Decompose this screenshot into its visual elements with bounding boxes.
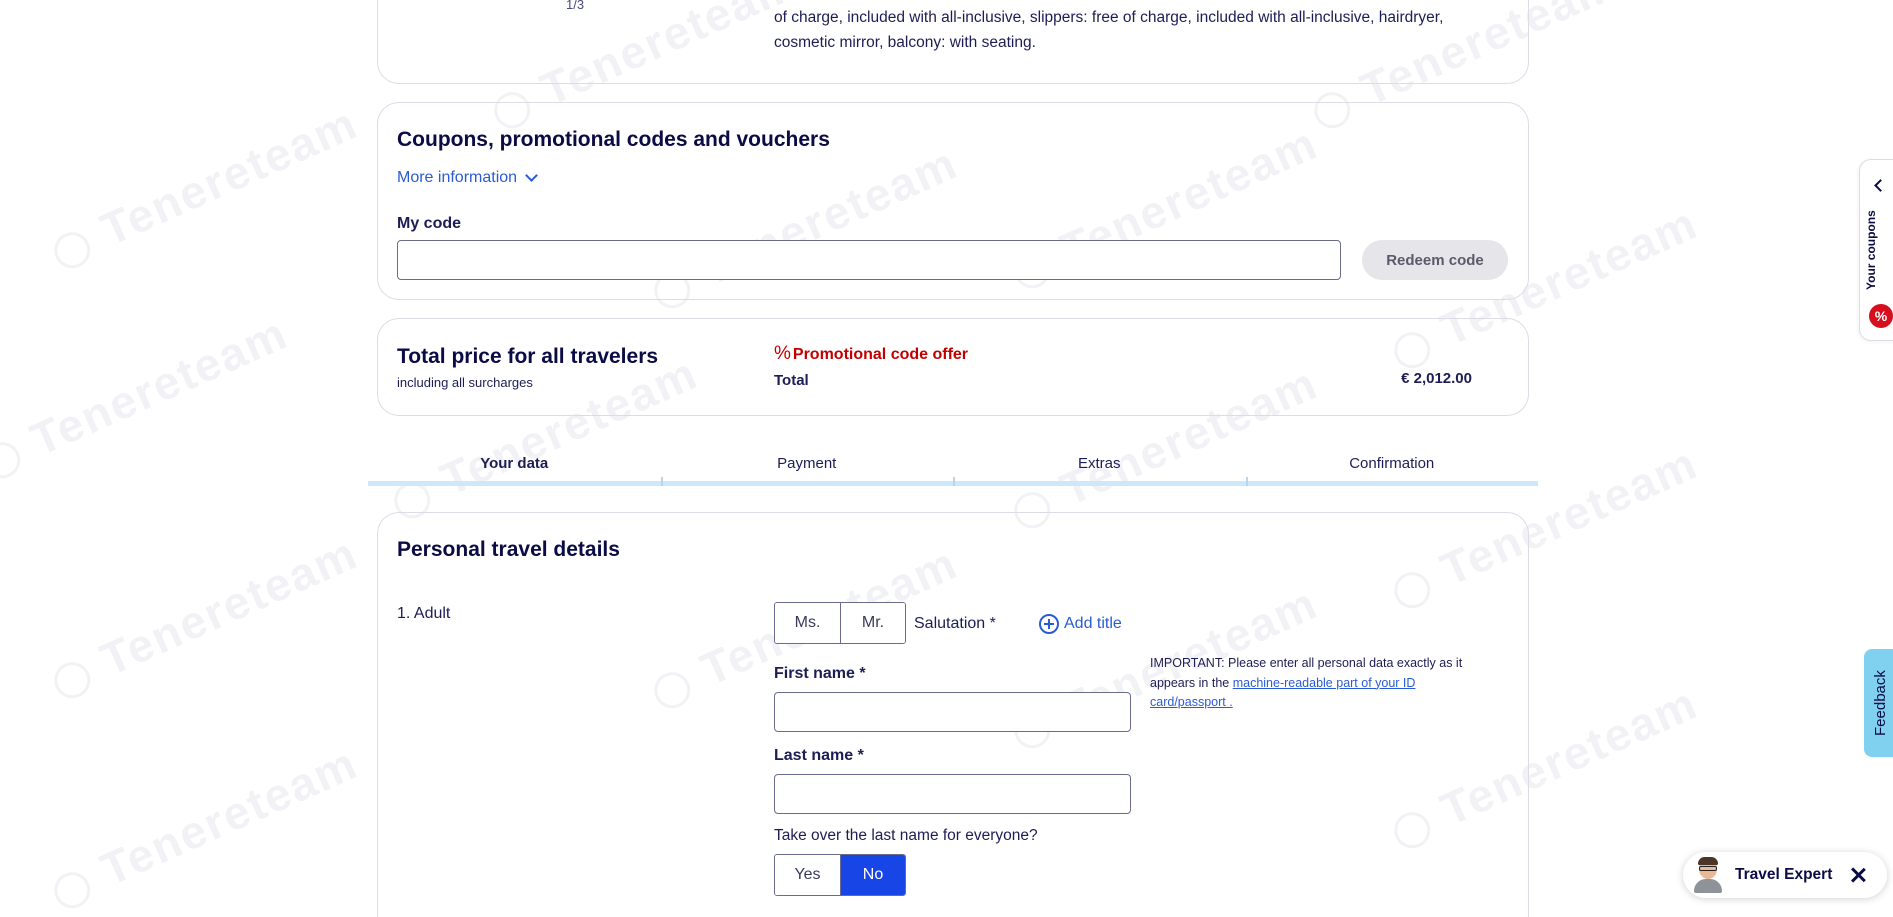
more-information-label: More information (397, 169, 518, 186)
step-payment[interactable]: Payment (660, 450, 953, 486)
coupons-card: Coupons, promotional codes and vouchers … (377, 102, 1529, 300)
travel-expert-label: Travel Expert (1735, 866, 1833, 883)
takeover-last-name-selector: Yes No (774, 854, 906, 896)
total-price-subtitle: including all surcharges (397, 375, 533, 390)
redeem-code-button[interactable]: Redeem code (1362, 240, 1508, 280)
coupons-title: Coupons, promotional codes and vouchers (397, 128, 830, 151)
takeover-option-yes[interactable]: Yes (775, 855, 840, 895)
personal-details-title: Personal travel details (397, 538, 620, 561)
total-label: Total (774, 372, 809, 389)
my-code-label: My code (397, 215, 462, 232)
plus-circle-icon (1039, 614, 1059, 634)
first-name-label: First name * (774, 665, 866, 682)
your-coupons-label: Your coupons (1864, 210, 1878, 290)
salutation-selector: Ms. Mr. (774, 602, 906, 644)
feedback-label: Feedback (1872, 670, 1889, 736)
important-notice: IMPORTANT: Please enter all personal dat… (1150, 654, 1490, 713)
room-details-card: 1/3 of charge, included with all-inclusi… (377, 0, 1529, 84)
promotional-offer[interactable]: % Promotional code offer (774, 343, 968, 365)
step-extras[interactable]: Extras (953, 450, 1246, 486)
watermark-text: Tenereteam (43, 735, 365, 917)
total-price-title: Total price for all travelers (397, 345, 659, 368)
close-icon[interactable] (1849, 866, 1867, 884)
add-title-label: Add title (1064, 615, 1122, 632)
first-name-input[interactable] (774, 692, 1131, 732)
percent-badge-icon: % (1869, 304, 1893, 328)
last-name-label: Last name * (774, 747, 864, 764)
your-coupons-tab[interactable]: Your coupons % (1859, 159, 1893, 341)
total-price-card: Total price for all travelers including … (377, 318, 1529, 416)
watermark-text: Tenereteam (43, 95, 365, 278)
my-code-input[interactable] (397, 240, 1341, 280)
salutation-label: Salutation * (914, 615, 996, 632)
more-information-toggle[interactable]: More information (397, 169, 538, 187)
last-name-input[interactable] (774, 774, 1131, 814)
total-value: € 2,012.00 (1401, 370, 1472, 387)
step-confirmation[interactable]: Confirmation (1245, 450, 1538, 486)
personal-details-card: Personal travel details 1. Adult Ms. Mr.… (377, 512, 1529, 917)
step-your-data[interactable]: Your data (368, 450, 661, 486)
add-title-button[interactable]: Add title (1039, 614, 1122, 634)
percent-icon: % (774, 343, 791, 364)
room-amenities-text: of charge, included with all-inclusive, … (774, 9, 1444, 51)
salutation-option-ms[interactable]: Ms. (775, 603, 840, 643)
feedback-tab[interactable]: Feedback (1864, 649, 1893, 757)
watermark-text: Tenereteam (43, 525, 365, 708)
watermark-text: Tenereteam (0, 305, 296, 488)
traveler-label: 1. Adult (397, 605, 451, 622)
travel-expert-avatar (1693, 857, 1723, 893)
room-count: 1/3 (566, 0, 585, 12)
promotional-offer-label: Promotional code offer (792, 346, 969, 363)
booking-steps: Your data Payment Extras Confirmation (368, 450, 1538, 486)
travel-expert-widget[interactable]: Travel Expert (1683, 852, 1887, 898)
takeover-last-name-question: Take over the last name for everyone? (774, 827, 1038, 844)
chevron-left-icon (1874, 179, 1887, 192)
chevron-down-icon (525, 169, 538, 182)
salutation-option-mr[interactable]: Mr. (840, 603, 905, 643)
takeover-option-no[interactable]: No (840, 855, 905, 895)
